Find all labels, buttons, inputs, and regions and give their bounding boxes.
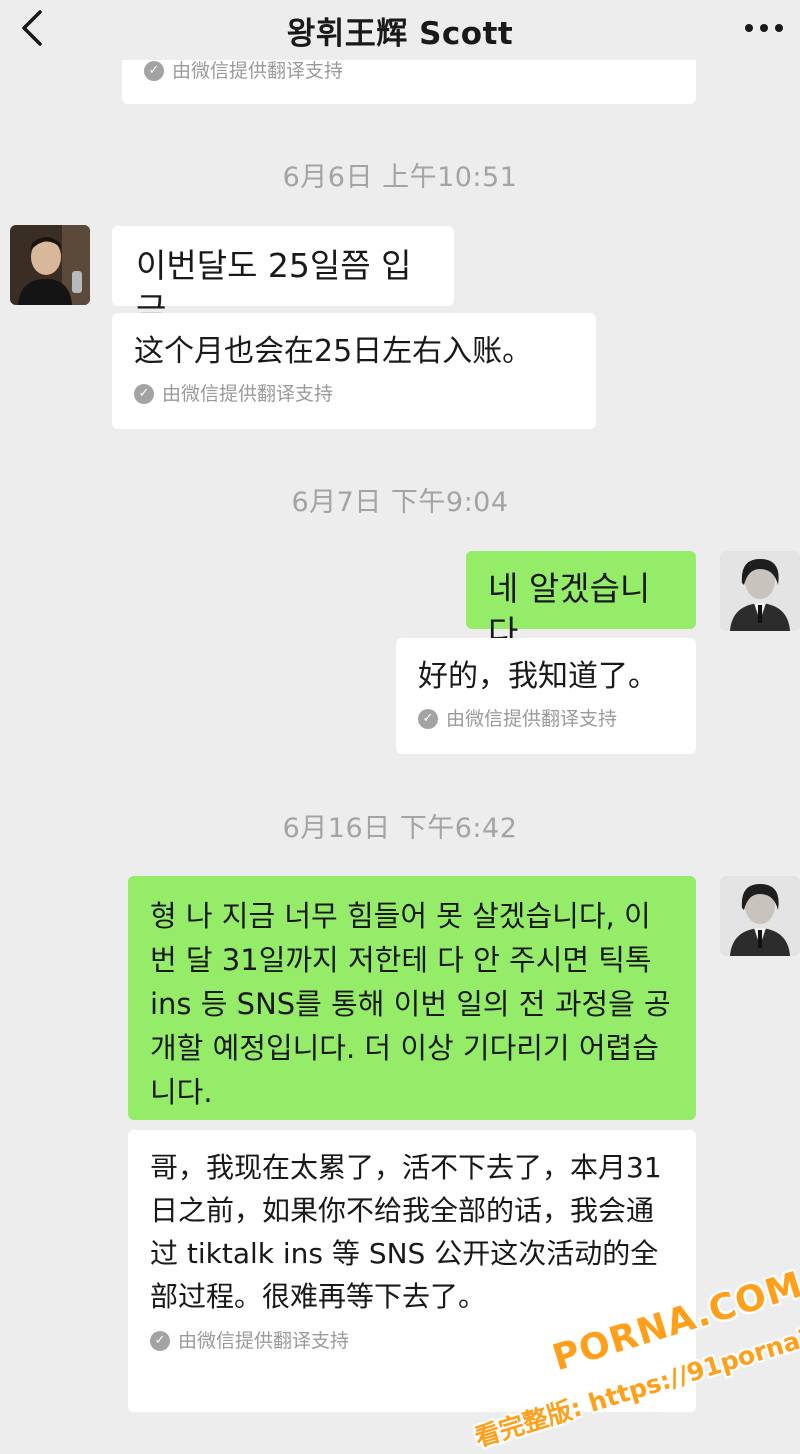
translation-card[interactable]: 好的，我知道了。 ✓ 由微信提供翻译支持 bbox=[396, 638, 696, 754]
translation-card[interactable]: 哥，我现在太累了，活不下去了，本月31日之前，如果你不给我全部的话，我会通过 t… bbox=[128, 1130, 696, 1412]
more-dots-icon bbox=[745, 24, 783, 32]
translation-credit-text: 由微信提供翻译支持 bbox=[172, 60, 344, 82]
timestamp: 6月7日 下午9:04 bbox=[291, 487, 509, 518]
check-circle-icon: ✓ bbox=[144, 61, 164, 81]
translation-text: 好的，我知道了。 bbox=[418, 659, 658, 694]
sent-message-bubble[interactable]: 네 알겠습니다 bbox=[466, 551, 696, 652]
sent-message-bubble[interactable]: 형 나 지금 너무 힘들어 못 살겠습니다, 이번 달 31일까지 저한테 다 … bbox=[128, 876, 696, 1120]
more-button[interactable] bbox=[742, 10, 786, 46]
my-avatar[interactable] bbox=[720, 876, 800, 956]
translation-credit-text: 由微信提供翻译支持 bbox=[178, 1330, 350, 1352]
chat-title: 왕휘王辉 Scott bbox=[286, 16, 514, 52]
contact-photo bbox=[10, 225, 90, 305]
translation-credit: ✓ 由微信提供翻译支持 bbox=[134, 383, 574, 405]
check-circle-icon: ✓ bbox=[150, 1331, 170, 1351]
contact-avatar[interactable] bbox=[10, 225, 90, 305]
my-avatar[interactable] bbox=[720, 551, 800, 631]
my-photo bbox=[720, 551, 800, 631]
translation-credit: ✓ 由微信提供翻译支持 bbox=[418, 708, 674, 730]
check-circle-icon: ✓ bbox=[418, 709, 438, 729]
my-photo bbox=[720, 876, 800, 956]
timestamp: 6月6日 上午10:51 bbox=[282, 162, 518, 193]
translation-credit: ✓ 由微信提供翻译支持 bbox=[144, 60, 674, 82]
translation-credit-text: 由微信提供翻译支持 bbox=[162, 383, 334, 405]
check-circle-icon: ✓ bbox=[134, 384, 154, 404]
translation-credit-text: 由微信提供翻译支持 bbox=[446, 708, 618, 730]
message-text: 형 나 지금 너무 힘들어 못 살겠습니다, 이번 달 31일까지 저한테 다 … bbox=[150, 899, 671, 1109]
translation-text: 哥，我现在太累了，活不下去了，本月31日之前，如果你不给我全部的话，我会通过 t… bbox=[150, 1151, 662, 1313]
chat-header: 왕휘王辉 Scott bbox=[0, 0, 800, 60]
received-message-bubble[interactable]: 이번달도 25일쯤 입금 bbox=[112, 226, 454, 329]
translation-card[interactable]: 这个月也会在25日左右入账。 ✓ 由微信提供翻译支持 bbox=[112, 313, 596, 429]
timestamp: 6月16日 下午6:42 bbox=[282, 813, 518, 844]
translation-text: 这个月也会在25日左右入账。 bbox=[134, 334, 533, 369]
